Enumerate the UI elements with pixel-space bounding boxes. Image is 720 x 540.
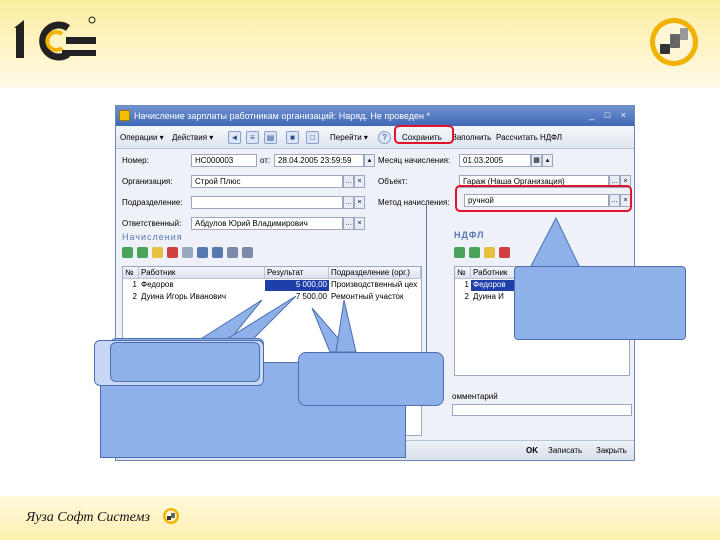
operations-menu[interactable]: Операции ▾ <box>120 133 164 142</box>
col-division[interactable]: Подразделение (орг.) <box>329 267 421 279</box>
list-icon[interactable]: ≡ <box>246 131 259 144</box>
month-field[interactable]: 01.03.2005 <box>459 154 531 167</box>
ok-button[interactable]: OK <box>526 446 538 455</box>
accruals-section-title: Начисления <box>122 232 183 242</box>
sort-desc-icon[interactable] <box>242 247 253 258</box>
col-result[interactable]: Результат <box>265 267 329 279</box>
calc-ndfl-button[interactable]: Рассчитать НДФЛ <box>496 133 562 142</box>
responsible-clear-icon[interactable]: × <box>354 217 365 230</box>
division-field[interactable] <box>191 196 343 209</box>
comment-label: омментарий <box>452 392 498 401</box>
responsible-select-icon[interactable]: … <box>343 217 354 230</box>
actions-menu[interactable]: Действия ▾ <box>172 133 213 142</box>
post-icon[interactable]: ■ <box>286 131 299 144</box>
row1-result[interactable]: 5 000,00 <box>265 280 329 291</box>
from-label: от: <box>260 156 271 165</box>
ndfl-section-title: НДФЛ <box>454 230 485 240</box>
month-spin-icon[interactable]: ▴ <box>542 154 553 167</box>
copy-row-icon[interactable] <box>137 247 148 258</box>
date-field[interactable]: 28.04.2005 23:59:59 <box>274 154 364 167</box>
ndfl-copy-icon[interactable] <box>469 247 480 258</box>
ndfl-delete-icon[interactable] <box>499 247 510 258</box>
ndfl-add-icon[interactable] <box>454 247 465 258</box>
callout-method <box>514 266 686 340</box>
org-field[interactable]: Строй Плюс <box>191 175 343 188</box>
arrow-left-icon[interactable]: ◄ <box>228 131 241 144</box>
responsible-field[interactable]: Абдулов Юрий Владимирович <box>191 217 343 230</box>
date-spin-icon[interactable]: ▴ <box>364 154 375 167</box>
ndfl-toolbar <box>454 247 634 263</box>
org-label: Организация: <box>122 177 173 186</box>
corner-logo-icon <box>650 18 698 66</box>
edit-row-icon[interactable] <box>152 247 163 258</box>
window-title: Начисление зарплаты работникам организац… <box>134 111 430 121</box>
org-select-icon[interactable]: … <box>343 175 354 188</box>
month-label: Месяц начисления: <box>378 156 451 165</box>
goto-menu[interactable]: Перейти ▾ <box>330 133 368 142</box>
division-clear-icon[interactable]: × <box>354 196 365 209</box>
accruals-toolbar <box>122 247 322 263</box>
sort-asc-icon[interactable] <box>227 247 238 258</box>
row1-division[interactable]: Производственный цех <box>329 280 421 291</box>
ndfl-edit-icon[interactable] <box>484 247 495 258</box>
callout-division <box>298 352 444 406</box>
move-down-icon[interactable] <box>212 247 223 258</box>
col-employee[interactable]: Работник <box>139 267 265 279</box>
save-highlight <box>394 125 454 144</box>
row2-result[interactable]: 7 500,00 <box>265 292 329 303</box>
close-button[interactable]: Закрыть <box>596 446 627 455</box>
number-label: Номер: <box>122 156 149 165</box>
object-label: Объект: <box>378 177 408 186</box>
calendar-icon[interactable]: ▦ <box>531 154 542 167</box>
responsible-label: Ответственный: <box>122 219 182 228</box>
row1-num[interactable]: 1 <box>123 280 139 291</box>
row1-employee[interactable]: Федоров <box>139 280 265 291</box>
fill-button[interactable]: Заполнить <box>452 133 491 142</box>
org-clear-icon[interactable]: × <box>354 175 365 188</box>
ndfl-row1-num[interactable]: 1 <box>455 280 471 291</box>
doc-icon[interactable]: ▤ <box>264 131 277 144</box>
delete-row-icon[interactable] <box>167 247 178 258</box>
company-logo-icon <box>163 508 179 524</box>
write-button[interactable]: Записать <box>548 446 582 455</box>
ndfl-col-num[interactable]: № <box>455 267 471 279</box>
window-controls[interactable]: _ □ × <box>589 110 630 120</box>
ndfl-row2-num[interactable]: 2 <box>455 292 471 303</box>
division-label: Подразделение: <box>122 198 183 207</box>
window-titlebar: Начисление зарплаты работникам организац… <box>116 106 634 126</box>
row2-division[interactable]: Ремонтный участок <box>329 292 421 303</box>
1c-logo-icon <box>14 16 96 61</box>
row2-num[interactable]: 2 <box>123 292 139 303</box>
company-name: Яуза Софт Системз <box>26 510 150 525</box>
division-select-icon[interactable]: … <box>343 196 354 209</box>
slide-header <box>0 0 720 88</box>
callout-accruals-front <box>110 342 260 382</box>
add-row-icon[interactable] <box>122 247 133 258</box>
end-edit-icon[interactable] <box>182 247 193 258</box>
help-icon[interactable]: ? <box>378 131 391 144</box>
row2-employee[interactable]: Дуина Игорь Иванович <box>139 292 265 303</box>
comment-field[interactable] <box>452 404 632 416</box>
method-highlight <box>455 185 632 212</box>
number-field[interactable]: НС000003 <box>191 154 257 167</box>
col-num[interactable]: № <box>123 267 139 279</box>
unpost-icon[interactable]: □ <box>306 131 319 144</box>
toolbar: Операции ▾ Действия ▾ ◄ ≡ ▤ ■ □ Перейти … <box>116 127 634 149</box>
document-icon <box>119 110 130 121</box>
move-up-icon[interactable] <box>197 247 208 258</box>
method-label: Метод начисления: <box>378 198 450 207</box>
